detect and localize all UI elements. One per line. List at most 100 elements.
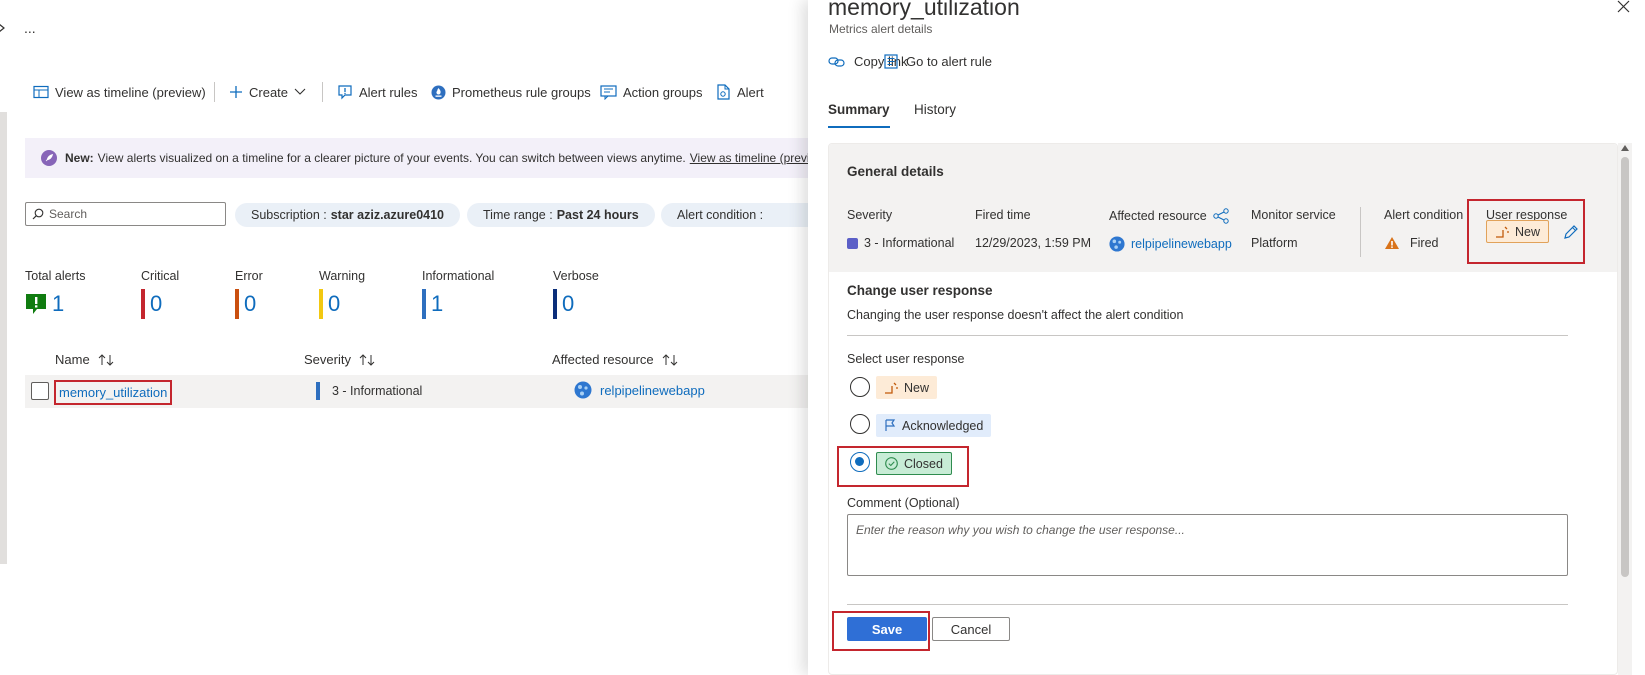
go-to-alert-rule-button[interactable]: Go to alert rule bbox=[884, 54, 992, 69]
alert-name-text: memory_utilization bbox=[59, 385, 168, 400]
severity-value: 3 - Informational bbox=[847, 236, 954, 250]
filter-pill-time-range[interactable]: Time range : Past 24 hours bbox=[467, 203, 655, 227]
option-new[interactable]: New bbox=[876, 376, 938, 399]
column-header-name[interactable]: Name bbox=[55, 352, 114, 367]
severity-text: 3 - Informational bbox=[332, 384, 423, 398]
prometheus-label: Prometheus rule groups bbox=[452, 84, 591, 100]
search-field[interactable] bbox=[25, 202, 226, 226]
severity-cell: 3 - Informational bbox=[316, 382, 422, 400]
radio-acknowledged[interactable] bbox=[850, 414, 870, 434]
warning-triangle-icon bbox=[1384, 236, 1400, 250]
save-button[interactable]: Save bbox=[847, 617, 927, 641]
alert-rules-button[interactable]: Alert rules bbox=[337, 81, 418, 103]
go-to-alert-rule-label: Go to alert rule bbox=[906, 54, 992, 69]
banner-timeline-link[interactable]: View as timeline (previe bbox=[690, 151, 808, 165]
prometheus-icon bbox=[431, 85, 446, 100]
filter-pill-subscription[interactable]: Subscription : star aziz.azure0410 bbox=[235, 203, 460, 227]
close-icon[interactable] bbox=[1616, 0, 1632, 16]
radio-new[interactable] bbox=[850, 377, 870, 397]
option-closed[interactable]: Closed bbox=[876, 452, 952, 475]
tab-history[interactable]: History bbox=[914, 102, 956, 117]
column-header-label: Name bbox=[55, 352, 90, 367]
alert-processing-icon bbox=[716, 84, 731, 100]
critical-bar bbox=[141, 289, 145, 319]
toolbar-divider bbox=[214, 82, 215, 102]
alert-rule-icon bbox=[337, 84, 353, 100]
alert-name-link[interactable]: memory_utilization bbox=[54, 380, 173, 405]
stat-label: Error bbox=[235, 269, 263, 283]
scrollbar-thumb[interactable] bbox=[1621, 157, 1629, 577]
column-header-label: Affected resource bbox=[552, 352, 654, 367]
stat-error[interactable]: Error 0 bbox=[235, 269, 263, 319]
filter-pill-alert-condition[interactable]: Alert condition : bbox=[661, 203, 808, 227]
filter-label: Alert condition : bbox=[677, 208, 764, 222]
alert-processing-label: Alert bbox=[737, 84, 764, 100]
fired-time-value: 12/29/2023, 1:59 PM bbox=[975, 236, 1092, 250]
action-groups-button[interactable]: Action groups bbox=[600, 81, 703, 103]
prometheus-rule-groups-button[interactable]: Prometheus rule groups bbox=[431, 81, 591, 103]
check-circle-icon bbox=[885, 457, 898, 470]
column-header-severity[interactable]: Severity bbox=[304, 352, 375, 367]
web-app-icon bbox=[1109, 236, 1125, 252]
stat-total-alerts[interactable]: Total alerts 1 bbox=[25, 269, 85, 319]
view-as-timeline-button[interactable]: View as timeline (preview) bbox=[33, 81, 206, 103]
total-alerts-icon bbox=[25, 293, 47, 315]
change-user-response-description: Changing the user response doesn't affec… bbox=[847, 308, 1184, 322]
alert-condition-label: Alert condition bbox=[1384, 208, 1464, 222]
option-acknowledged[interactable]: Acknowledged bbox=[876, 414, 992, 437]
vertical-scrollbar[interactable] bbox=[1618, 143, 1632, 675]
stat-critical[interactable]: Critical 0 bbox=[141, 269, 179, 319]
more-ellipsis[interactable]: ... bbox=[24, 20, 36, 36]
verbose-bar bbox=[553, 289, 557, 319]
closed-badge: Closed bbox=[876, 452, 952, 475]
toolbar-divider bbox=[322, 82, 323, 102]
alerts-list-pane: ... View as timeline (preview) Create Al… bbox=[0, 0, 808, 675]
column-header-affected-resource[interactable]: Affected resource bbox=[552, 352, 678, 367]
row-checkbox[interactable] bbox=[31, 382, 49, 400]
affected-resource-link[interactable]: relpipelinewebapp bbox=[574, 381, 705, 399]
comment-textarea[interactable] bbox=[847, 514, 1568, 576]
back-chevron-icon[interactable] bbox=[0, 22, 7, 34]
monitor-service-label: Monitor service bbox=[1251, 208, 1336, 222]
severity-label: Severity bbox=[847, 208, 893, 222]
acknowledged-badge: Acknowledged bbox=[876, 414, 992, 437]
scroll-up-arrow-icon[interactable] bbox=[1621, 145, 1629, 151]
new-response-icon bbox=[1495, 226, 1509, 238]
alert-condition-value-text: Fired bbox=[1410, 236, 1439, 250]
affected-resource-value-link[interactable]: relpipelinewebapp bbox=[1109, 236, 1232, 252]
alert-processing-button[interactable]: Alert bbox=[716, 81, 764, 103]
sort-icon bbox=[98, 353, 114, 366]
stat-value: 1 bbox=[431, 291, 444, 316]
severity-square-icon bbox=[847, 237, 858, 249]
tab-summary-underline bbox=[828, 126, 890, 128]
severity-value-text: 3 - Informational bbox=[864, 236, 955, 250]
stat-informational[interactable]: Informational 1 bbox=[422, 269, 494, 319]
section-divider bbox=[847, 335, 1568, 336]
details-divider bbox=[1360, 207, 1361, 257]
share-icon[interactable] bbox=[1213, 208, 1229, 224]
action-groups-label: Action groups bbox=[623, 84, 703, 100]
edit-pencil-icon[interactable] bbox=[1563, 224, 1579, 240]
tab-summary[interactable]: Summary bbox=[828, 102, 890, 117]
closed-badge-text: Closed bbox=[904, 456, 943, 471]
create-button[interactable]: Create bbox=[229, 81, 306, 103]
alert-details-blade: memory_utilization Metrics alert details… bbox=[808, 0, 1645, 675]
stat-value: 0 bbox=[244, 291, 257, 316]
stat-warning[interactable]: Warning 0 bbox=[319, 269, 365, 319]
user-response-badge-text: New bbox=[1515, 224, 1541, 239]
create-label: Create bbox=[249, 84, 289, 100]
search-input[interactable] bbox=[49, 207, 219, 221]
general-details-title: General details bbox=[847, 164, 944, 179]
stat-label: Critical bbox=[141, 269, 180, 283]
sort-icon bbox=[662, 353, 678, 366]
stat-label: Total alerts bbox=[25, 269, 86, 283]
radio-closed[interactable] bbox=[850, 452, 870, 472]
left-edge-strip bbox=[0, 112, 7, 564]
cancel-button[interactable]: Cancel bbox=[932, 617, 1010, 641]
alert-rules-label: Alert rules bbox=[359, 84, 418, 100]
footer-divider bbox=[847, 604, 1568, 605]
stat-verbose[interactable]: Verbose 0 bbox=[553, 269, 599, 319]
timeline-preview-banner: New: View alerts visualized on a timelin… bbox=[25, 138, 808, 178]
new-response-icon bbox=[884, 382, 898, 394]
sort-icon bbox=[359, 353, 375, 366]
